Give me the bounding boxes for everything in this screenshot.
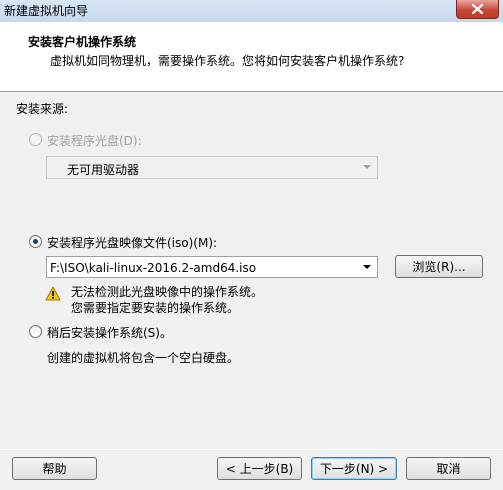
help-button[interactable]: 帮助	[12, 457, 97, 480]
iso-path-value: F:\ISO\kali-linux-2016.2-amd64.iso	[50, 261, 257, 275]
window-title: 新建虚拟机向导	[4, 4, 89, 18]
chevron-down-icon[interactable]	[363, 265, 371, 269]
warning-icon	[45, 286, 61, 301]
back-button[interactable]: < 上一步(B)	[217, 457, 302, 480]
browse-button[interactable]: 浏览(R)...	[395, 255, 483, 278]
page-title: 安装客户机操作系统	[28, 35, 137, 49]
radio-install-later-label: 稍后安装操作系统(S)。	[47, 326, 172, 340]
wizard-header: 安装客户机操作系统 虚拟机如同物理机，需要操作系统。您将如何安装客户机操作系统?	[0, 22, 503, 92]
close-button[interactable]	[456, 0, 499, 19]
install-later-note: 创建的虚拟机将包含一个空白硬盘。	[47, 351, 240, 365]
radio-disc-drive[interactable]	[29, 133, 42, 146]
footer-divider	[0, 449, 503, 450]
warning-line-2: 您需要指定要安装的操作系统。	[71, 301, 240, 315]
radio-iso-image-label: 安装程序光盘映像文件(iso)(M):	[47, 236, 218, 250]
close-icon	[472, 4, 483, 14]
page-subtitle: 虚拟机如同物理机，需要操作系统。您将如何安装客户机操作系统?	[50, 54, 405, 68]
radio-disc-drive-label: 安装程序光盘(D):	[47, 134, 142, 148]
cancel-button[interactable]: 取消	[406, 457, 491, 480]
warning-line-1: 无法检测此光盘映像中的操作系统。	[71, 285, 264, 299]
radio-install-later[interactable]	[29, 325, 42, 338]
disc-drive-value: 无可用驱动器	[67, 163, 140, 177]
next-button[interactable]: 下一步(N) >	[311, 457, 397, 480]
title-bar: 新建虚拟机向导	[0, 0, 503, 22]
radio-iso-image[interactable]	[29, 235, 42, 248]
disc-drive-select[interactable]: 无可用驱动器	[46, 156, 378, 179]
install-source-label: 安装来源:	[16, 102, 69, 116]
radio-selected-dot	[33, 239, 38, 244]
chevron-down-icon	[363, 165, 371, 169]
iso-path-combobox[interactable]: F:\ISO\kali-linux-2016.2-amd64.iso	[46, 256, 378, 278]
